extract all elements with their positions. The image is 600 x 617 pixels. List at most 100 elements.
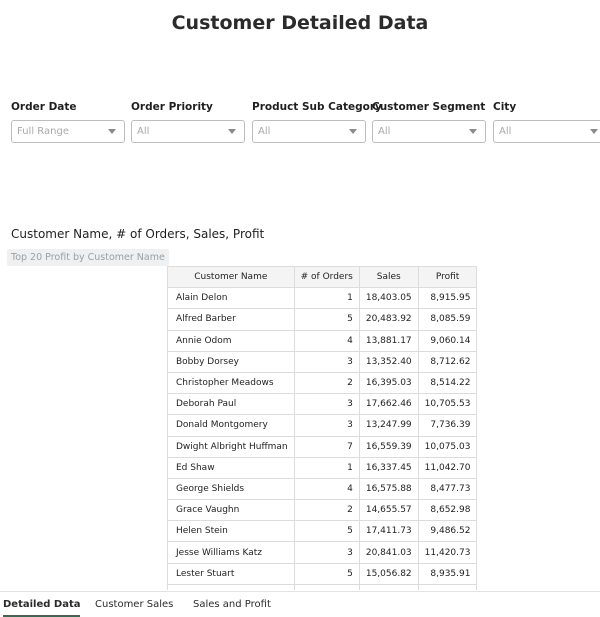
tab-customer-sales[interactable]: Customer Sales — [95, 599, 173, 617]
table-row: Lester Stuart 5 15,056.82 8,935.91 — [167, 562, 477, 585]
cell-orders: 5 — [293, 520, 360, 543]
cell-orders: 5 — [293, 308, 360, 331]
column-header-orders[interactable]: # of Orders — [293, 266, 360, 289]
table-row: Grace Vaughn 2 14,655.57 8,652.98 — [167, 499, 477, 522]
cell-customer-name: George Shields — [167, 477, 295, 501]
filter-value: All — [499, 126, 512, 137]
filter-label: Order Priority — [131, 101, 213, 113]
chevron-down-icon — [349, 129, 357, 134]
chevron-down-icon — [108, 129, 116, 134]
cell-orders: 1 — [293, 287, 360, 310]
cell-orders: 4 — [293, 329, 360, 352]
cell-empty — [167, 583, 295, 590]
column-header-profit[interactable]: Profit — [417, 266, 477, 289]
cell-orders: 3 — [293, 393, 360, 416]
order-date-select[interactable]: Full Range — [11, 120, 125, 143]
cell-sales: 14,655.57 — [358, 499, 419, 522]
cell-profit: 10,705.53 — [417, 393, 477, 416]
cell-orders: 2 — [293, 371, 360, 395]
customer-table: Customer Name # of Orders Sales Profit A… — [167, 266, 477, 590]
order-priority-select[interactable]: All — [131, 120, 245, 143]
cell-sales: 13,881.17 — [358, 329, 419, 352]
table-row: Annie Odom 4 13,881.17 9,060.14 — [167, 329, 477, 352]
cell-customer-name: Lester Stuart — [167, 562, 295, 585]
cell-profit: 8,514.22 — [417, 371, 477, 395]
cell-orders: 3 — [293, 414, 360, 437]
table-row: Alfred Barber 5 20,483.92 8,085.59 — [167, 308, 477, 331]
cell-sales: 17,411.73 — [358, 520, 419, 543]
filter-customer-segment: Customer Segment All — [372, 100, 486, 143]
filter-value: Full Range — [17, 126, 69, 137]
cell-profit: 11,420.73 — [417, 541, 477, 564]
page-title: Customer Detailed Data — [171, 12, 429, 34]
cell-customer-name: Alfred Barber — [167, 308, 295, 331]
cell-sales: 20,841.03 — [358, 541, 419, 564]
cell-sales: 16,337.45 — [358, 456, 419, 479]
view-chip[interactable]: Top 20 Profit by Customer Name — [7, 249, 169, 266]
cell-customer-name: Helen Stein — [167, 520, 295, 543]
cell-sales: 13,352.40 — [358, 350, 419, 373]
table-row-partial — [167, 583, 477, 590]
filter-label: Product Sub Category — [252, 101, 382, 113]
filter-bar: Order Date Full Range Order Priority All… — [11, 100, 600, 150]
filter-order-date: Order Date Full Range — [11, 100, 125, 143]
cell-profit: 8,935.91 — [417, 562, 477, 585]
chevron-down-icon — [228, 129, 236, 134]
tab-detailed-data[interactable]: Detailed Data — [3, 599, 81, 617]
cell-customer-name: Annie Odom — [167, 329, 295, 352]
tab-sales-and-profit[interactable]: Sales and Profit — [193, 599, 271, 617]
filter-label: Order Date — [11, 101, 77, 113]
table-header-row: Customer Name # of Orders Sales Profit — [167, 266, 477, 289]
cell-orders: 3 — [293, 350, 360, 373]
filter-value: All — [137, 126, 150, 137]
canvas-tab-bar: Detailed Data Customer Sales Sales and P… — [0, 591, 600, 617]
cell-profit: 8,915.95 — [417, 287, 477, 310]
cell-sales: 15,056.82 — [358, 562, 419, 585]
cell-customer-name: Donald Montgomery — [167, 414, 295, 437]
cell-customer-name: Bobby Dorsey — [167, 350, 295, 373]
table-row: Bobby Dorsey 3 13,352.40 8,712.62 — [167, 350, 477, 373]
city-select[interactable]: All — [493, 120, 600, 143]
cell-customer-name: Christopher Meadows — [167, 371, 295, 395]
cell-profit: 8,477.73 — [417, 477, 477, 501]
customer-segment-select[interactable]: All — [372, 120, 486, 143]
cell-sales: 13,247.99 — [358, 414, 419, 437]
table-row: Deborah Paul 3 17,662.46 10,705.53 — [167, 393, 477, 416]
cell-customer-name: Deborah Paul — [167, 393, 295, 416]
cell-profit: 8,085.59 — [417, 308, 477, 331]
cell-empty — [417, 583, 477, 590]
cell-profit: 9,486.52 — [417, 520, 477, 543]
column-header-sales[interactable]: Sales — [358, 266, 419, 289]
cell-customer-name: Alain Delon — [167, 287, 295, 310]
table-row: Helen Stein 5 17,411.73 9,486.52 — [167, 520, 477, 543]
cell-sales: 18,403.05 — [358, 287, 419, 310]
cell-orders: 4 — [293, 477, 360, 501]
cell-sales: 16,395.03 — [358, 371, 419, 395]
filter-label: Customer Segment — [372, 101, 486, 113]
cell-profit: 7,736.39 — [417, 414, 477, 437]
table-row: Dwight Albright Huffman 7 16,559.39 10,0… — [167, 435, 477, 458]
cell-empty — [293, 583, 360, 590]
cell-profit: 10,075.03 — [417, 435, 477, 458]
column-header-customer-name[interactable]: Customer Name — [167, 266, 295, 289]
cell-sales: 20,483.92 — [358, 308, 419, 331]
cell-profit: 11,042.70 — [417, 456, 477, 479]
filter-order-priority: Order Priority All — [131, 100, 245, 143]
cell-empty — [358, 583, 419, 590]
product-sub-category-select[interactable]: All — [252, 120, 366, 143]
cell-customer-name: Dwight Albright Huffman — [167, 435, 295, 458]
table-row: Jesse Williams Katz 3 20,841.03 11,420.7… — [167, 541, 477, 564]
cell-orders: 1 — [293, 456, 360, 479]
cell-customer-name: Jesse Williams Katz — [167, 541, 295, 564]
cell-sales: 17,662.46 — [358, 393, 419, 416]
cell-orders: 2 — [293, 499, 360, 522]
chevron-down-icon — [469, 129, 477, 134]
cell-orders: 5 — [293, 562, 360, 585]
table-row: Donald Montgomery 3 13,247.99 7,736.39 — [167, 414, 477, 437]
table-row: Alain Delon 1 18,403.05 8,915.95 — [167, 287, 477, 310]
customer-table-container[interactable]: Customer Name # of Orders Sales Profit A… — [167, 266, 477, 590]
chevron-down-icon — [590, 129, 598, 134]
filter-label: City — [493, 101, 517, 113]
table-row: Christopher Meadows 2 16,395.03 8,514.22 — [167, 371, 477, 395]
filter-value: All — [258, 126, 271, 137]
